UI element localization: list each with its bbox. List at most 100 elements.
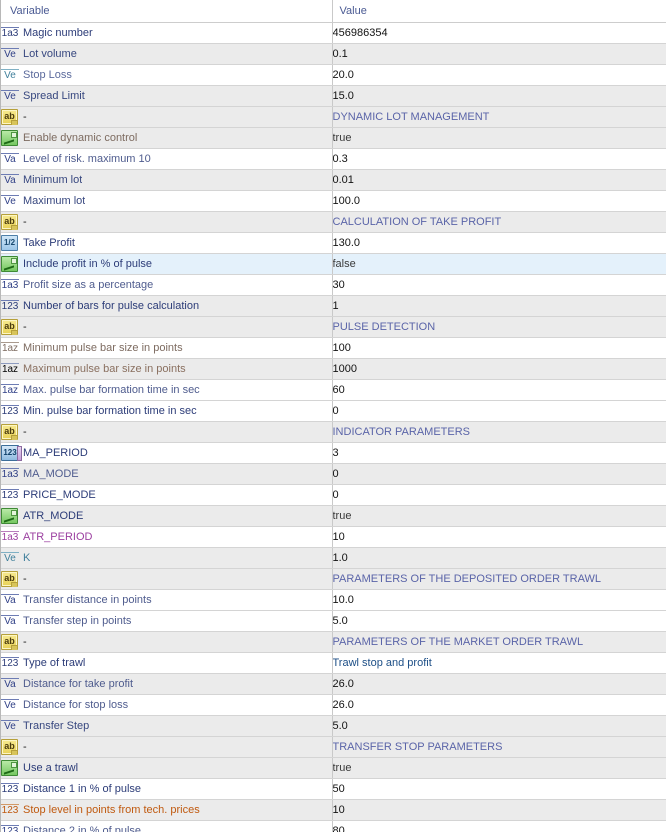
- table-row[interactable]: 1a3 MA_MODE 0: [1, 463, 666, 485]
- variable-cell[interactable]: 1a3 MA_MODE: [1, 463, 333, 485]
- value-cell[interactable]: 456986354: [332, 22, 666, 44]
- variable-cell[interactable]: Ve Spread Limit: [1, 85, 333, 107]
- variable-cell[interactable]: ab -: [1, 211, 333, 233]
- table-row[interactable]: Va Transfer step in points 5.0: [1, 610, 666, 632]
- table-row[interactable]: 1az Max. pulse bar formation time in sec 6…: [1, 379, 666, 401]
- table-row[interactable]: Va Transfer distance in points 10.0: [1, 589, 666, 611]
- variable-cell[interactable]: 123 Distance 1 in % of pulse: [1, 778, 333, 800]
- value-cell[interactable]: 10: [332, 526, 666, 548]
- value-cell[interactable]: 1.0: [332, 547, 666, 569]
- variable-cell[interactable]: Ve Transfer Step: [1, 715, 333, 737]
- variable-cell[interactable]: Include profit in % of pulse: [1, 253, 333, 275]
- variable-cell[interactable]: 1/2 Take Profit: [1, 232, 333, 254]
- variable-cell[interactable]: 1a3 ATR_PERIOD: [1, 526, 333, 548]
- table-row[interactable]: 123 Type of trawl Trawl stop and profit: [1, 652, 666, 674]
- variable-cell[interactable]: Va Minimum lot: [1, 169, 333, 191]
- value-cell[interactable]: 0: [332, 484, 666, 506]
- variable-cell[interactable]: Ve K: [1, 547, 333, 569]
- value-cell[interactable]: 0.3: [332, 148, 666, 170]
- variable-cell[interactable]: ab -: [1, 568, 333, 590]
- variable-cell[interactable]: 1az Max. pulse bar formation time in sec: [1, 379, 333, 401]
- table-row[interactable]: 123 Stop level in points from tech. price…: [1, 799, 666, 821]
- variable-cell[interactable]: ab -: [1, 736, 333, 758]
- value-cell[interactable]: 30: [332, 274, 666, 296]
- value-cell[interactable]: 0.1: [332, 43, 666, 65]
- variable-cell[interactable]: ab -: [1, 106, 333, 128]
- value-cell[interactable]: 0: [332, 463, 666, 485]
- value-cell[interactable]: 5.0: [332, 715, 666, 737]
- variable-cell[interactable]: 123 MA_PERIOD: [1, 442, 333, 464]
- table-row[interactable]: Ve Stop Loss 20.0: [1, 64, 666, 86]
- value-cell[interactable]: PARAMETERS OF THE MARKET ORDER TRAWL: [332, 631, 666, 653]
- value-cell[interactable]: PULSE DETECTION: [332, 316, 666, 338]
- table-row[interactable]: 123 Distance 2 in % of pulse 80: [1, 820, 666, 832]
- value-cell[interactable]: true: [332, 127, 666, 149]
- value-cell[interactable]: 60: [332, 379, 666, 401]
- variable-cell[interactable]: Ve Stop Loss: [1, 64, 333, 86]
- table-row[interactable]: ab - PULSE DETECTION: [1, 316, 666, 338]
- header-cell-variable[interactable]: Variable: [1, 0, 333, 23]
- table-row[interactable]: ATR_MODE true: [1, 505, 666, 527]
- variable-cell[interactable]: Ve Lot volume: [1, 43, 333, 65]
- variable-cell[interactable]: 123 Number of bars for pulse calculation: [1, 295, 333, 317]
- table-row[interactable]: 123 Number of bars for pulse calculation 1: [1, 295, 666, 317]
- table-row[interactable]: Ve Maximum lot 100.0: [1, 190, 666, 212]
- table-row[interactable]: Ve Spread Limit 15.0: [1, 85, 666, 107]
- variable-cell[interactable]: 1az Minimum pulse bar size in points: [1, 337, 333, 359]
- value-cell[interactable]: 1: [332, 295, 666, 317]
- table-row[interactable]: ab - CALCULATION OF TAKE PROFIT: [1, 211, 666, 233]
- table-row[interactable]: Va Distance for take profit 26.0: [1, 673, 666, 695]
- table-row[interactable]: 1/2 Take Profit 130.0: [1, 232, 666, 254]
- value-cell[interactable]: 50: [332, 778, 666, 800]
- table-row[interactable]: Ve Lot volume 0.1: [1, 43, 666, 65]
- table-row[interactable]: 123 Min. pulse bar formation time in sec 0: [1, 400, 666, 422]
- value-cell[interactable]: 1000: [332, 358, 666, 380]
- value-cell[interactable]: TRANSFER STOP PARAMETERS: [332, 736, 666, 758]
- table-row[interactable]: 1a3 Profit size as a percentage 30: [1, 274, 666, 296]
- value-cell[interactable]: 10.0: [332, 589, 666, 611]
- variable-cell[interactable]: 123 Distance 2 in % of pulse: [1, 820, 333, 832]
- table-row[interactable]: Va Minimum lot 0.01: [1, 169, 666, 191]
- table-row[interactable]: Use a trawl true: [1, 757, 666, 779]
- table-row[interactable]: ab - DYNAMIC LOT MANAGEMENT: [1, 106, 666, 128]
- value-cell[interactable]: 26.0: [332, 673, 666, 695]
- variable-cell[interactable]: Ve Maximum lot: [1, 190, 333, 212]
- value-cell[interactable]: 130.0: [332, 232, 666, 254]
- value-cell[interactable]: DYNAMIC LOT MANAGEMENT: [332, 106, 666, 128]
- value-cell[interactable]: 20.0: [332, 64, 666, 86]
- variable-cell[interactable]: 1az Maximum pulse bar size in points: [1, 358, 333, 380]
- table-row[interactable]: ab - INDICATOR PARAMETERS: [1, 421, 666, 443]
- variable-cell[interactable]: ab -: [1, 631, 333, 653]
- table-row[interactable]: 123 MA_PERIOD 3: [1, 442, 666, 464]
- table-row[interactable]: 123 Distance 1 in % of pulse 50: [1, 778, 666, 800]
- table-row[interactable]: ab - PARAMETERS OF THE MARKET ORDER TRAWL: [1, 631, 666, 653]
- variable-cell[interactable]: ab -: [1, 316, 333, 338]
- table-row[interactable]: Ve Distance for stop loss 26.0: [1, 694, 666, 716]
- variable-cell[interactable]: 123 Type of trawl: [1, 652, 333, 674]
- table-row[interactable]: ab - PARAMETERS OF THE DEPOSITED ORDER TRA…: [1, 568, 666, 590]
- value-cell[interactable]: 5.0: [332, 610, 666, 632]
- header-cell-value[interactable]: Value: [332, 0, 666, 23]
- variable-cell[interactable]: Va Transfer step in points: [1, 610, 333, 632]
- variable-cell[interactable]: 123 Min. pulse bar formation time in sec: [1, 400, 333, 422]
- variable-cell[interactable]: Va Level of risk. maximum 10: [1, 148, 333, 170]
- variable-cell[interactable]: 1a3 Magic number: [1, 22, 333, 44]
- table-row[interactable]: Ve K 1.0: [1, 547, 666, 569]
- variable-cell[interactable]: Ve Distance for stop loss: [1, 694, 333, 716]
- value-cell[interactable]: 15.0: [332, 85, 666, 107]
- value-cell[interactable]: 80: [332, 820, 666, 832]
- table-row[interactable]: Va Level of risk. maximum 10 0.3: [1, 148, 666, 170]
- value-cell[interactable]: false: [332, 253, 666, 275]
- value-cell[interactable]: Trawl stop and profit: [332, 652, 666, 674]
- variable-cell[interactable]: 123 PRICE_MODE: [1, 484, 333, 506]
- table-row[interactable]: 1a3 ATR_PERIOD 10: [1, 526, 666, 548]
- value-cell[interactable]: 100: [332, 337, 666, 359]
- value-cell[interactable]: PARAMETERS OF THE DEPOSITED ORDER TRAWL: [332, 568, 666, 590]
- value-cell[interactable]: 100.0: [332, 190, 666, 212]
- value-cell[interactable]: 0: [332, 400, 666, 422]
- table-row[interactable]: 123 PRICE_MODE 0: [1, 484, 666, 506]
- value-cell[interactable]: 3: [332, 442, 666, 464]
- table-row[interactable]: Ve Transfer Step 5.0: [1, 715, 666, 737]
- value-cell[interactable]: 0.01: [332, 169, 666, 191]
- table-row[interactable]: 1a3 Magic number 456986354: [1, 22, 666, 44]
